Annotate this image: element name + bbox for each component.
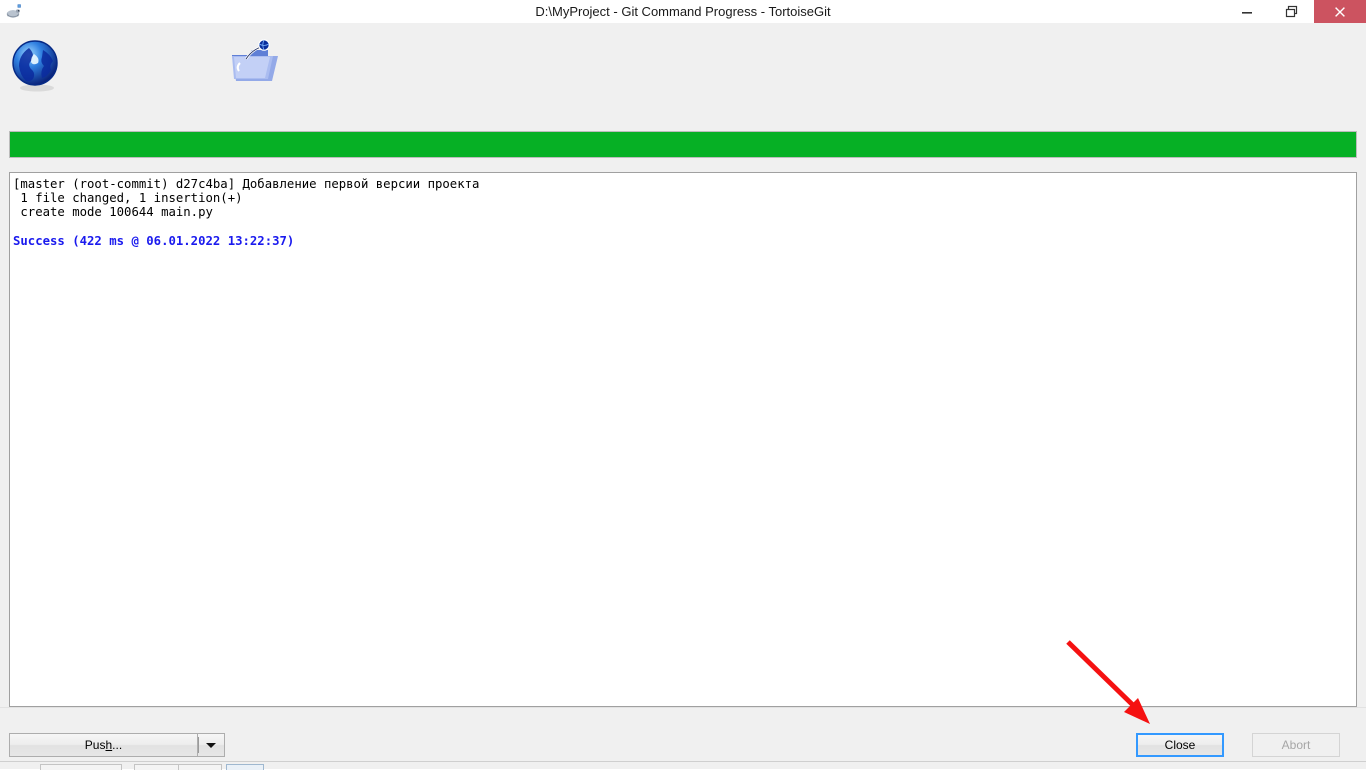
command-output-log[interactable]: [master (root-commit) d27c4ba] Добавлени… [9, 172, 1357, 707]
tortoisegit-progress-window: D:\MyProject - Git Command Progress - To… [0, 0, 1366, 770]
taskbar-item[interactable] [178, 764, 222, 770]
toolbar [0, 23, 1366, 112]
push-button-label-before: Pus [84, 738, 106, 752]
title-bar: D:\MyProject - Git Command Progress - To… [0, 0, 1366, 24]
window-controls [1224, 0, 1366, 23]
push-button[interactable]: Pus h... [9, 733, 197, 757]
dialog-button-bar: Pus h... Close Abort [0, 707, 1366, 762]
restore-icon [1285, 5, 1297, 17]
abort-button: Abort [1252, 733, 1340, 757]
window-title: D:\MyProject - Git Command Progress - To… [535, 4, 831, 19]
close-button[interactable] [1314, 0, 1366, 23]
chevron-down-icon [206, 742, 216, 748]
maximize-button[interactable] [1269, 0, 1314, 23]
log-line: 1 file changed, 1 insertion(+) [13, 191, 243, 206]
log-line-success: Success (422 ms @ 06.01.2022 13:22:37) [13, 233, 295, 248]
taskbar-item[interactable] [40, 764, 122, 770]
taskbar-item[interactable] [134, 764, 182, 770]
log-line: [master (root-commit) d27c4ba] Добавлени… [13, 177, 480, 191]
close-button[interactable]: Close [1136, 733, 1224, 757]
push-split-button[interactable]: Pus h... [9, 733, 225, 757]
globe-icon[interactable] [9, 38, 65, 94]
log-line-blank [13, 220, 1356, 234]
push-button-accelerator: h [105, 738, 113, 752]
push-button-label-after: ... [112, 738, 123, 752]
progress-bar [9, 131, 1357, 158]
log-line: create mode 100644 main.py [13, 205, 213, 220]
folder-globe-icon[interactable] [228, 35, 284, 91]
push-dropdown-button[interactable] [197, 733, 225, 757]
taskbar-item-active[interactable] [226, 764, 264, 770]
progress-bar-fill [10, 132, 1356, 157]
minimize-button[interactable] [1224, 0, 1269, 23]
close-icon [1335, 6, 1345, 17]
minimize-icon [1241, 11, 1252, 14]
